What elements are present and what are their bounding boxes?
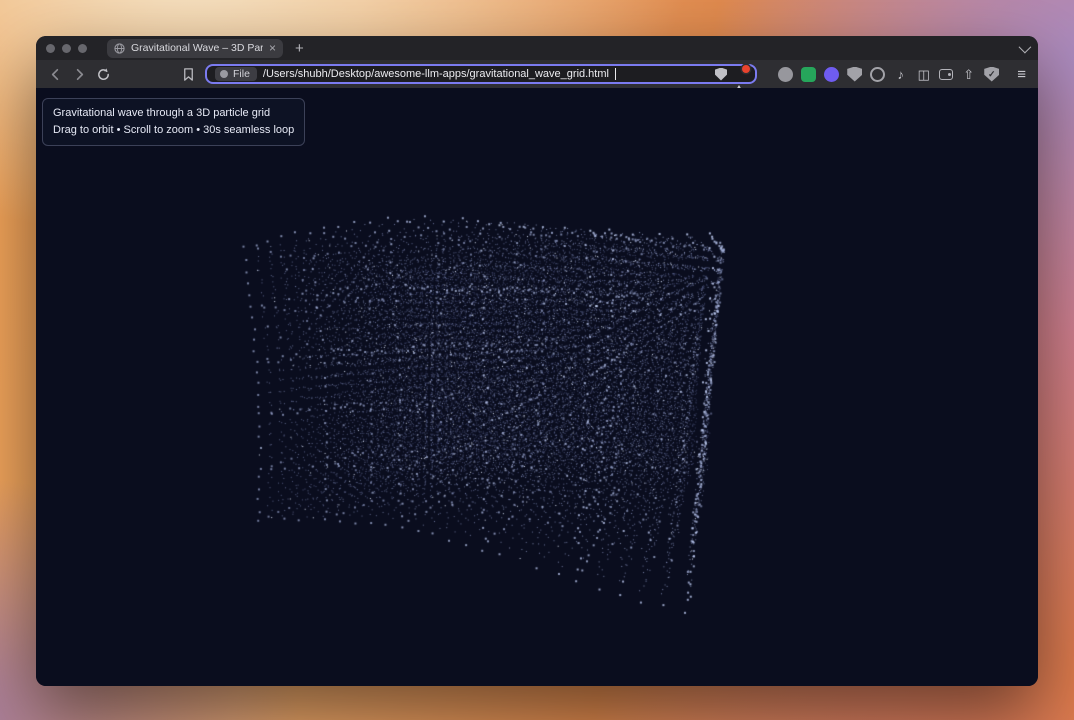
- overlay-subtitle: Drag to orbit • Scroll to zoom • 30s sea…: [53, 124, 295, 137]
- page-content: Gravitational wave through a 3D particle…: [36, 88, 1038, 686]
- address-bar[interactable]: File /Users/shubh/Desktop/awesome-llm-ap…: [205, 64, 757, 95]
- forward-button[interactable]: [72, 67, 87, 82]
- new-tab-button[interactable]: +: [295, 41, 304, 56]
- close-window-button[interactable]: [46, 43, 55, 53]
- window-controls: [46, 43, 87, 53]
- wallet-icon[interactable]: [939, 68, 954, 80]
- extension-circle-icon[interactable]: [778, 66, 794, 82]
- zoom-window-button[interactable]: [78, 43, 87, 53]
- text-caret: [614, 68, 616, 80]
- desktop-wallpaper: Gravitational Wave – 3D Partic × + File …: [0, 0, 1074, 720]
- overlay-title: Gravitational wave through a 3D particle…: [53, 107, 271, 119]
- globe-icon: [114, 42, 125, 54]
- url-text[interactable]: /Users/shubh/Desktop/awesome-llm-apps/gr…: [263, 68, 609, 80]
- back-button[interactable]: [48, 67, 63, 82]
- file-scheme-icon: [220, 70, 228, 78]
- notification-badge: [742, 65, 750, 73]
- media-note-icon[interactable]: ♪: [893, 67, 908, 82]
- tab-search-chevron-icon[interactable]: [1018, 40, 1032, 53]
- tab-strip: Gravitational Wave – 3D Partic × +: [36, 36, 1038, 60]
- ring-extension-icon[interactable]: [870, 66, 886, 82]
- scheme-chip: File: [215, 67, 257, 81]
- sidebar-icon[interactable]: ◫: [916, 67, 931, 82]
- privacy-shield-icon[interactable]: ✓: [984, 66, 1000, 82]
- brave-shield-icon[interactable]: [715, 67, 727, 81]
- share-icon[interactable]: ⇧: [961, 67, 976, 82]
- info-overlay: Gravitational wave through a 3D particle…: [42, 98, 306, 147]
- browser-tab[interactable]: Gravitational Wave – 3D Partic ×: [107, 38, 283, 58]
- browser-window: Gravitational Wave – 3D Partic × + File …: [36, 36, 1038, 686]
- scheme-label: File: [233, 68, 250, 80]
- brave-rewards-icon[interactable]: [733, 65, 750, 95]
- reload-button[interactable]: [96, 67, 111, 82]
- particle-canvas[interactable]: [36, 88, 1038, 686]
- tab-title: Gravitational Wave – 3D Partic: [131, 42, 263, 54]
- tab-close-icon[interactable]: ×: [269, 42, 276, 54]
- bookmark-icon[interactable]: [181, 67, 196, 82]
- extension-purple-icon[interactable]: [824, 66, 840, 82]
- toolbar: File /Users/shubh/Desktop/awesome-llm-ap…: [36, 60, 1038, 95]
- extension-green-icon[interactable]: [801, 66, 817, 82]
- menu-button[interactable]: ≡: [1017, 67, 1026, 82]
- extension-icons: ♪ ◫ ⇧ ✓: [778, 66, 1000, 82]
- shield-extension-icon[interactable]: [847, 66, 863, 82]
- minimize-window-button[interactable]: [62, 43, 71, 53]
